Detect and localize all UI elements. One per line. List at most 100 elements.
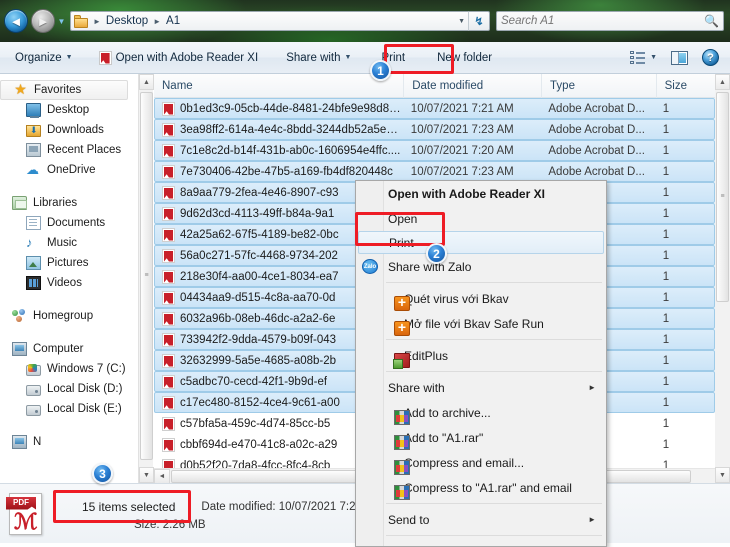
menu-item-share-with[interactable]: Share with ►: [356, 375, 606, 400]
menu-item-compress-and-email[interactable]: Compress and email...: [356, 450, 606, 475]
menu-item-editplus[interactable]: EditPlus: [356, 343, 606, 369]
file-size-cell: 1: [662, 270, 670, 283]
menu-item-open[interactable]: Open: [356, 206, 606, 231]
file-type-cell: Adobe Acrobat D...: [548, 165, 645, 178]
file-name-label: c57bfa5a-459c-4d74-85cc-b5: [180, 417, 331, 430]
menu-item-compress-to-a1-rar-and-email[interactable]: Compress to "A1.rar" and email: [356, 475, 606, 500]
share-with-button[interactable]: Share with ▼: [277, 46, 360, 70]
menu-item-add-to-archive[interactable]: Add to archive...: [356, 400, 606, 425]
file-name-label: 56a0c271-57fc-4468-9734-202: [180, 249, 338, 262]
file-size-cell: 1: [662, 165, 670, 178]
title-bar: ◄ ► ▼ ► Desktop ► A1 ▼ ↯ 🔍: [0, 0, 730, 42]
help-button[interactable]: ?: [697, 46, 724, 70]
context-menu[interactable]: Open with Adobe Reader XI Open Print Zalo Sh…: [355, 180, 607, 547]
column-header-date-modified[interactable]: Date modified: [404, 74, 543, 98]
sidebar-scroll-up-button[interactable]: ▲: [139, 74, 154, 90]
sidebar-item-windows-c[interactable]: Windows 7 (C:): [0, 359, 146, 379]
sidebar-item-local-disk-d[interactable]: Local Disk (D:): [0, 379, 146, 399]
file-list-scrollbar[interactable]: ▲ ≡ ▼: [715, 74, 730, 483]
open-with-adobe-reader-button[interactable]: Open with Adobe Reader XI: [90, 46, 268, 70]
column-header-size[interactable]: Size: [657, 74, 715, 98]
file-date-cell: 10/07/2021 7:23 AM: [410, 123, 514, 136]
menu-item-label: Open: [388, 211, 418, 226]
sidebar-item-downloads[interactable]: Downloads: [0, 120, 146, 140]
sidebar-scrollbar[interactable]: ▲ ≡ ▼: [138, 74, 154, 483]
menu-item-add-to-a1-rar[interactable]: Add to "A1.rar": [356, 425, 606, 450]
sidebar-group-libraries: Libraries Documents ♪ Music Pictures Vid…: [0, 193, 146, 293]
drive-icon: [26, 384, 41, 396]
back-button[interactable]: ◄: [4, 9, 28, 33]
table-row[interactable]: 3ea98ff2-614a-4e4c-8bdd-3244db52a5ee....…: [154, 119, 715, 140]
address-bar[interactable]: ► Desktop ► A1 ▼: [70, 11, 468, 31]
sidebar-item-local-disk-e[interactable]: Local Disk (E:): [0, 399, 146, 419]
sidebar-item-homegroup[interactable]: Homegroup: [0, 306, 146, 326]
chevron-right-icon: ►: [588, 383, 596, 392]
sidebar-item-documents[interactable]: Documents: [0, 213, 146, 233]
libraries-icon: [12, 196, 27, 210]
list-scroll-up-button[interactable]: ▲: [715, 74, 730, 90]
address-dropdown-icon[interactable]: ▼: [458, 18, 465, 25]
menu-item-qu-t-virus-v-i-bkav[interactable]: Quét virus với Bkav: [356, 286, 606, 311]
sidebar-item-desktop[interactable]: Desktop: [0, 100, 146, 120]
sidebar-item-network[interactable]: N: [0, 432, 146, 452]
sidebar-label: N: [33, 436, 42, 448]
column-header-type[interactable]: Type: [542, 74, 657, 98]
sidebar-item-favorites[interactable]: ★ Favorites: [0, 80, 128, 100]
sidebar-item-music[interactable]: ♪ Music: [0, 233, 146, 253]
preview-pane-button[interactable]: [664, 46, 695, 70]
sidebar-item-onedrive[interactable]: ☁ OneDrive: [0, 160, 146, 180]
preview-pane-icon: [671, 50, 688, 65]
sidebar-item-videos[interactable]: Videos: [0, 273, 146, 293]
sidebar-scroll-down-button[interactable]: ▼: [139, 467, 154, 483]
sidebar-label: Documents: [47, 217, 106, 229]
menu-item-open-with-adobe-reader-xi[interactable]: Open with Adobe Reader XI: [356, 181, 606, 206]
table-row[interactable]: 7e730406-42be-47b5-a169-fb4df820448c 10/0…: [154, 161, 715, 182]
menu-item-m-file-v-i-bkav-safe-run[interactable]: Mở file với Bkav Safe Run: [356, 311, 606, 336]
menu-item-label: Print: [389, 235, 414, 250]
file-size-cell: 1: [662, 207, 670, 220]
sidebar-scroll-thumb[interactable]: ≡: [140, 92, 153, 460]
search-input[interactable]: [501, 15, 701, 27]
breadcrumb-a1[interactable]: A1: [164, 15, 182, 27]
pdf-file-icon: [162, 206, 175, 221]
list-scroll-down-button[interactable]: ▼: [715, 467, 730, 483]
file-name-label: 733942f2-9dda-4579-b09f-043: [180, 333, 337, 346]
menu-item-send-to[interactable]: Send to ►: [356, 507, 606, 532]
toolbar-right-group: ▼ ?: [625, 46, 730, 70]
organize-button[interactable]: Organize ▼: [6, 46, 82, 70]
menu-item-label: EditPlus: [404, 348, 449, 363]
forward-button[interactable]: ►: [31, 9, 55, 33]
new-folder-label: New folder: [437, 51, 493, 64]
search-box[interactable]: 🔍: [496, 11, 724, 31]
new-folder-button[interactable]: New folder: [428, 46, 501, 70]
bkav-icon: [394, 294, 410, 311]
film-icon: [26, 276, 41, 290]
file-name-label: 3ea98ff2-614a-4e4c-8bdd-3244db52a5ee....: [180, 123, 404, 136]
sidebar-group-computer: Computer Windows 7 (C:) Local Disk (D:) …: [0, 339, 146, 419]
sidebar-item-libraries[interactable]: Libraries: [0, 193, 146, 213]
menu-item-cut[interactable]: Cut: [356, 539, 606, 547]
sidebar-group-favorites: ★ Favorites Desktop Downloads Recent Pla…: [0, 80, 146, 180]
status-selected-count: 15 items selected: [82, 499, 176, 514]
file-name-label: 8a9aa779-2fea-4e46-8907-c93: [180, 186, 339, 199]
refresh-button[interactable]: ↯: [468, 11, 490, 31]
navigation-pane[interactable]: ★ Favorites Desktop Downloads Recent Pla…: [0, 74, 146, 483]
sidebar-item-recent-places[interactable]: Recent Places: [0, 140, 146, 160]
menu-item-print[interactable]: Print: [358, 231, 604, 254]
table-row[interactable]: 7c1e8c2d-b14f-431b-ab0c-1606954e4ffc....…: [154, 140, 715, 161]
share-with-label: Share with: [286, 51, 341, 64]
sidebar-label: OneDrive: [47, 164, 96, 176]
list-scroll-thumb[interactable]: ≡: [716, 92, 729, 302]
sidebar-item-computer[interactable]: Computer: [0, 339, 146, 359]
table-row[interactable]: 0b1ed3c9-05cb-44de-8481-24bfe9e98d8b... 1…: [154, 98, 715, 119]
list-scroll-left-button[interactable]: ◄: [154, 469, 170, 483]
sidebar-item-pictures[interactable]: Pictures: [0, 253, 146, 273]
history-dropdown-button[interactable]: ▼: [56, 16, 67, 26]
view-options-button[interactable]: ▼: [625, 46, 662, 70]
breadcrumb-desktop[interactable]: Desktop: [104, 15, 150, 27]
file-size-cell: 1: [662, 333, 670, 346]
menu-item-share-with-zalo[interactable]: Zalo Share with Zalo: [356, 254, 606, 279]
column-header-name[interactable]: Name: [154, 74, 405, 98]
organize-label: Organize: [15, 51, 62, 64]
